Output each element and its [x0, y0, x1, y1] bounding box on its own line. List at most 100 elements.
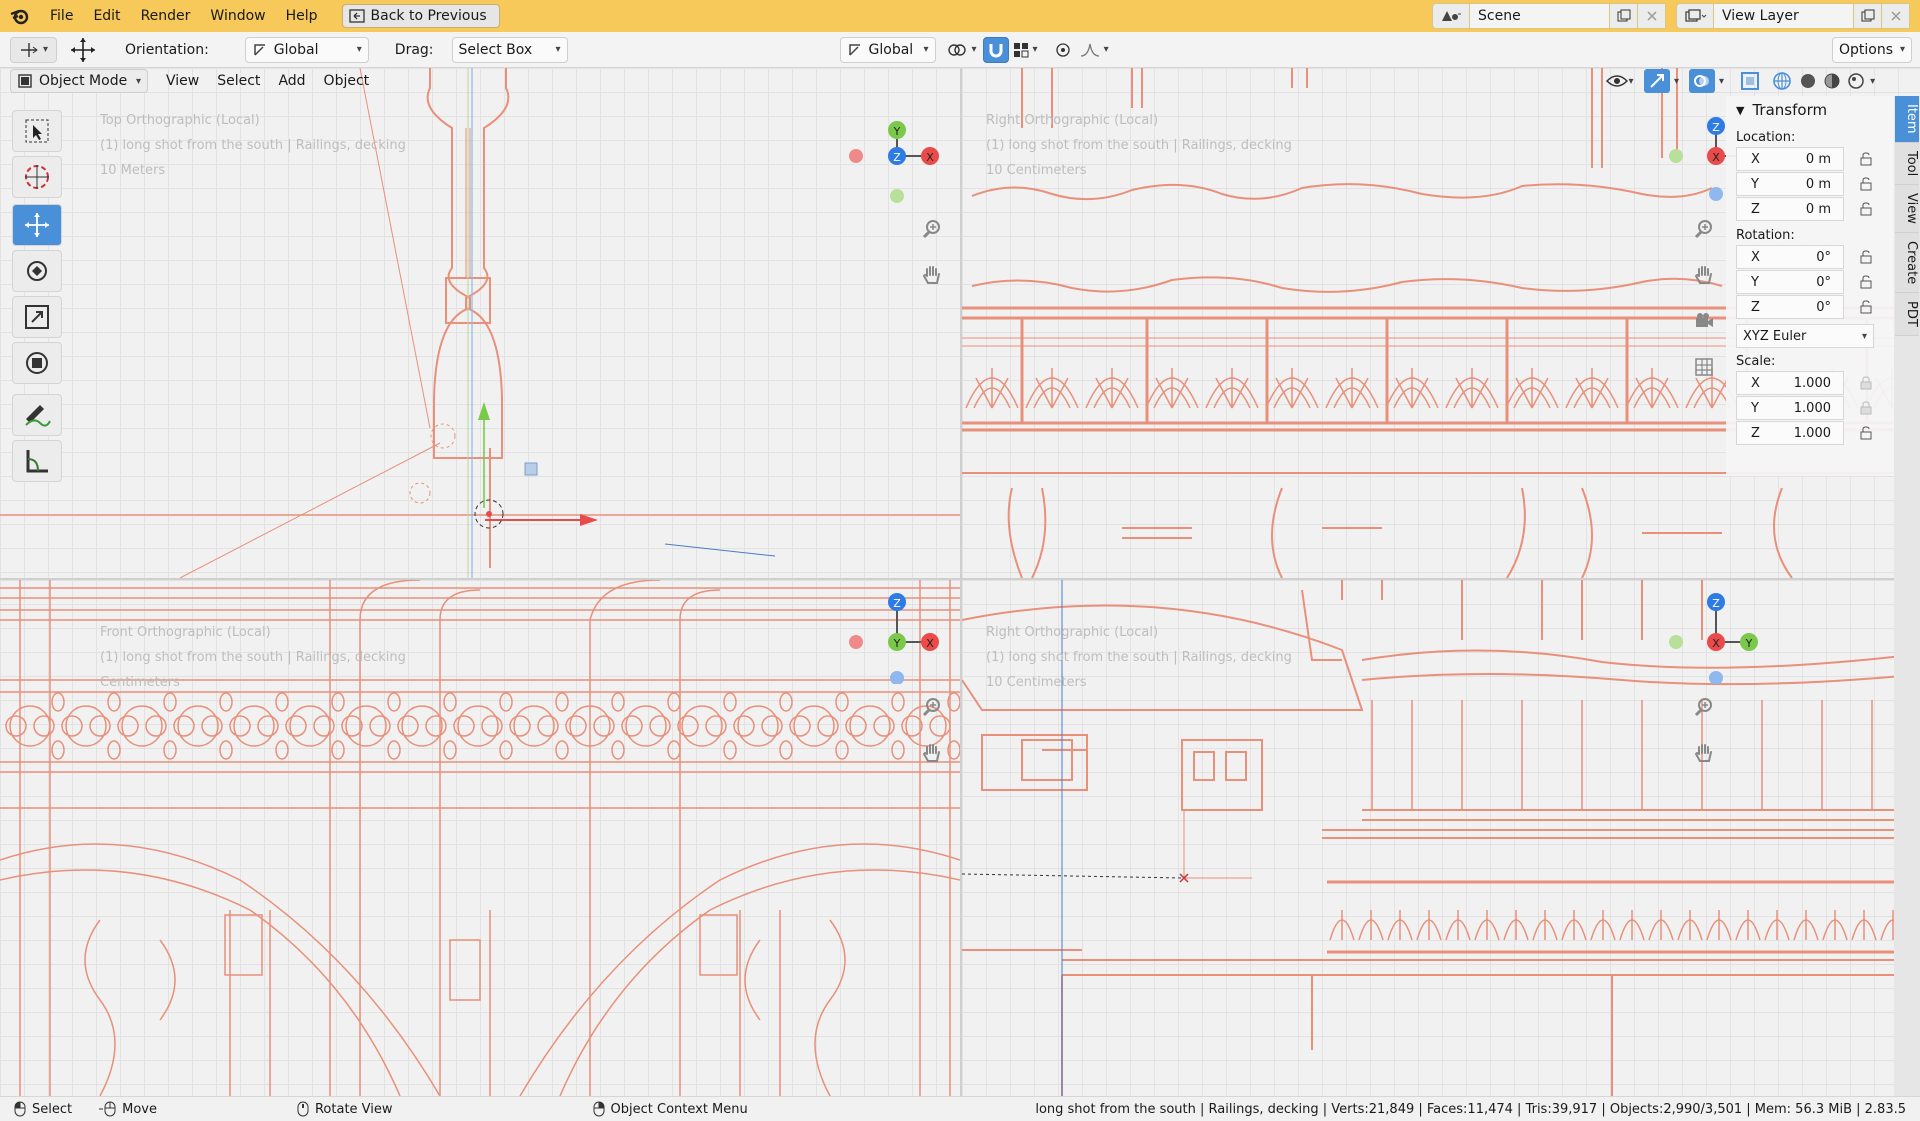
- lock-icon[interactable]: [1854, 426, 1878, 440]
- visibility-eye-icon[interactable]: ▾: [1600, 73, 1640, 89]
- viewport-right-orthographic-bottom[interactable]: Right Orthographic (Local) (1) long shot…: [962, 580, 1920, 1096]
- options-dropdown[interactable]: Options ▾: [1832, 36, 1912, 63]
- select-box-tool[interactable]: [12, 110, 62, 152]
- location-y-field[interactable]: Y 0 m: [1736, 172, 1844, 196]
- rotation-mode-dropdown[interactable]: XYZ Euler ▾: [1736, 324, 1874, 348]
- move-tool[interactable]: [12, 204, 62, 246]
- gizmo-toggle-icon[interactable]: [1644, 69, 1670, 93]
- lock-icon[interactable]: [1854, 401, 1878, 415]
- chevron-down-icon[interactable]: ▾: [1674, 76, 1679, 87]
- lock-icon[interactable]: [1854, 152, 1878, 166]
- lock-icon[interactable]: [1854, 202, 1878, 216]
- scale-z-field[interactable]: Z 1.000: [1736, 421, 1844, 445]
- menu-add[interactable]: Add: [270, 73, 313, 89]
- tab-view[interactable]: View: [1895, 184, 1919, 233]
- overlays-toggle-icon[interactable]: [1689, 69, 1716, 93]
- pan-hand-icon[interactable]: [917, 260, 947, 290]
- gizmo-x-label: X: [1712, 151, 1720, 164]
- viewport-front-orthographic[interactable]: Front Orthographic (Local) (1) long shot…: [0, 580, 960, 1096]
- view-layer-icon[interactable]: [1676, 3, 1714, 29]
- pivot-point-button[interactable]: ▾: [942, 37, 981, 63]
- scene-copy-icon[interactable]: [1610, 3, 1638, 29]
- back-to-previous-button[interactable]: Back to Previous: [341, 4, 500, 28]
- tab-create[interactable]: Create: [1895, 232, 1919, 293]
- transform-title: Transform: [1752, 101, 1828, 119]
- chevron-down-icon[interactable]: ▾: [1719, 76, 1724, 87]
- rotate-tool[interactable]: [12, 250, 62, 292]
- blender-logo-icon[interactable]: [0, 0, 40, 32]
- drag-dropdown[interactable]: Select Box ▾: [451, 36, 568, 63]
- menu-object[interactable]: Object: [316, 73, 378, 89]
- menu-view[interactable]: View: [158, 73, 207, 89]
- viewport-divider-vertical[interactable]: [960, 68, 962, 1096]
- menu-render[interactable]: Render: [131, 0, 201, 32]
- move-cursor-icon[interactable]: [63, 35, 103, 65]
- material-shading-icon[interactable]: [1822, 69, 1842, 93]
- zoom-icon[interactable]: [917, 692, 947, 722]
- zoom-icon[interactable]: [1689, 692, 1719, 722]
- rendered-shading-icon[interactable]: [1846, 69, 1866, 93]
- navigation-gizmo-front[interactable]: Z X Y: [842, 580, 952, 685]
- navigation-gizmo-top[interactable]: Y X Z: [842, 104, 952, 214]
- transform-panel-header[interactable]: ▼ Transform: [1726, 96, 1894, 124]
- lock-icon[interactable]: [1854, 177, 1878, 191]
- ortho-grid-icon[interactable]: [1689, 352, 1719, 382]
- gizmo-z-label: Z: [1712, 597, 1720, 610]
- snap-target-button[interactable]: ▾: [1009, 37, 1042, 63]
- rotation-z-field[interactable]: Z 0°: [1736, 295, 1844, 319]
- cursor-tool[interactable]: [12, 156, 62, 198]
- solid-shading-icon[interactable]: [1798, 69, 1818, 93]
- tab-pdt[interactable]: PDT: [1895, 292, 1919, 336]
- pan-hand-icon[interactable]: [917, 738, 947, 768]
- camera-view-icon[interactable]: [1689, 306, 1719, 336]
- menu-help[interactable]: Help: [276, 0, 328, 32]
- object-mode-dropdown[interactable]: Object Mode ▾: [10, 69, 148, 93]
- navigation-gizmo-right-bottom[interactable]: Z Y X: [1660, 580, 1770, 685]
- proportional-edit-button[interactable]: [1050, 37, 1076, 63]
- rotation-x-field[interactable]: X 0°: [1736, 245, 1844, 269]
- chevron-down-icon[interactable]: ▾: [1870, 76, 1875, 87]
- tab-item[interactable]: Item: [1895, 96, 1919, 143]
- annotate-tool[interactable]: [12, 394, 62, 436]
- lock-icon[interactable]: [1854, 300, 1878, 314]
- lock-icon[interactable]: [1854, 376, 1878, 390]
- menu-file[interactable]: File: [40, 0, 83, 32]
- pan-hand-icon[interactable]: [1689, 260, 1719, 290]
- scene-icon[interactable]: [1432, 3, 1470, 29]
- menu-select[interactable]: Select: [209, 73, 268, 89]
- snap-toggle-button[interactable]: [982, 36, 1009, 63]
- pan-hand-icon[interactable]: [1689, 738, 1719, 768]
- scale-y-field[interactable]: Y 1.000: [1736, 396, 1844, 420]
- scale-x-field[interactable]: X 1.000: [1736, 371, 1844, 395]
- rotation-y-field[interactable]: Y 0°: [1736, 270, 1844, 294]
- tab-tool[interactable]: Tool: [1895, 142, 1919, 185]
- lock-icon[interactable]: [1854, 250, 1878, 264]
- zoom-icon[interactable]: [917, 214, 947, 244]
- measure-tool[interactable]: [12, 440, 62, 482]
- transform-tool[interactable]: [12, 342, 62, 384]
- scale-tool[interactable]: [12, 296, 62, 338]
- viewport-top-orthographic[interactable]: Object Mode ▾ View Select Add Object Top…: [0, 68, 960, 578]
- scene-close-icon[interactable]: [1638, 3, 1666, 29]
- location-x-field[interactable]: X 0 m: [1736, 147, 1844, 171]
- grid-scale: 10 Centimeters: [986, 675, 1087, 690]
- collapse-triangle-icon: ▼: [1736, 103, 1745, 117]
- xray-toggle-icon[interactable]: [1738, 69, 1762, 93]
- wireframe-shading-icon[interactable]: [1770, 69, 1794, 93]
- transform-orientation-dropdown[interactable]: Global ▾: [839, 36, 936, 63]
- lock-icon[interactable]: [1854, 275, 1878, 289]
- view-layer-close-icon[interactable]: [1882, 3, 1910, 29]
- view-layer-field[interactable]: View Layer: [1714, 3, 1854, 29]
- falloff-button[interactable]: ▾: [1076, 37, 1113, 63]
- scene-name-field[interactable]: Scene: [1470, 3, 1610, 29]
- field-value: 0 m: [1805, 176, 1831, 192]
- zoom-icon[interactable]: [1689, 214, 1719, 244]
- location-z-field[interactable]: Z 0 m: [1736, 197, 1844, 221]
- collection-name: (1) long shot from the south | Railings,…: [100, 650, 406, 665]
- menu-window[interactable]: Window: [200, 0, 275, 32]
- view-layer-copy-icon[interactable]: [1854, 3, 1882, 29]
- tool-settings-button[interactable]: ▾: [10, 36, 58, 63]
- viewport-divider-horizontal[interactable]: [0, 578, 1920, 580]
- menu-edit[interactable]: Edit: [83, 0, 130, 32]
- orientation-dropdown[interactable]: Global ▾: [244, 36, 369, 63]
